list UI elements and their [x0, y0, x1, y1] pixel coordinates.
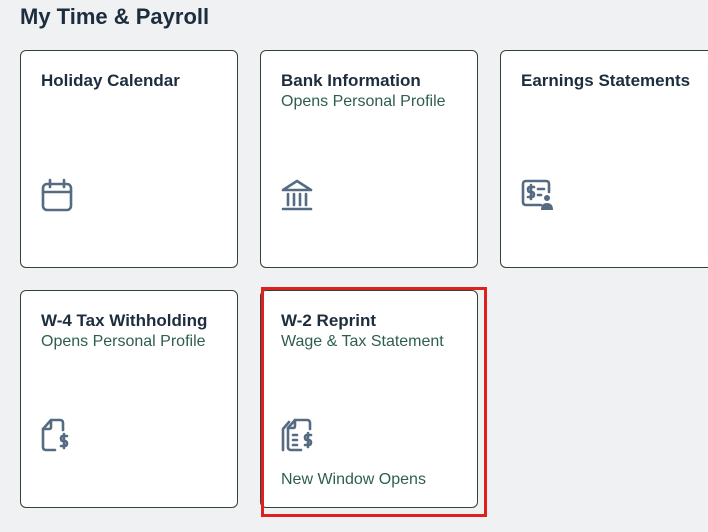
tile-subtitle: Wage & Tax Statement — [281, 333, 444, 350]
tile-title: Holiday Calendar — [41, 71, 180, 90]
tile-title: Earnings Statements — [521, 71, 691, 90]
tile-title: Bank Information — [281, 71, 421, 90]
tile-footer: New Window Opens — [281, 471, 426, 488]
tile-subtitle: Opens Personal Profile — [41, 333, 206, 350]
tile-w2-reprint[interactable]: W-2 Reprint Wage & Tax Statement New Win… — [260, 290, 478, 508]
tile-title: W-2 Reprint — [281, 311, 377, 330]
tile-holiday-calendar[interactable]: Holiday Calendar — [20, 50, 238, 268]
section-title: My Time & Payroll — [20, 4, 210, 29]
earnings-statement-icon — [519, 177, 555, 213]
tile-w4-tax-withholding[interactable]: W-4 Tax Withholding Opens Personal Profi… — [20, 290, 238, 508]
tile-earnings-statements[interactable]: Earnings Statements — [500, 50, 708, 268]
tax-document-icon — [39, 417, 75, 453]
tax-statement-icon — [279, 417, 315, 453]
calendar-icon — [39, 177, 75, 213]
tile-title: W-4 Tax Withholding — [41, 311, 208, 330]
bank-icon — [279, 177, 315, 213]
tile-subtitle: Opens Personal Profile — [281, 93, 446, 110]
tile-bank-information[interactable]: Bank Information Opens Personal Profile — [260, 50, 478, 268]
